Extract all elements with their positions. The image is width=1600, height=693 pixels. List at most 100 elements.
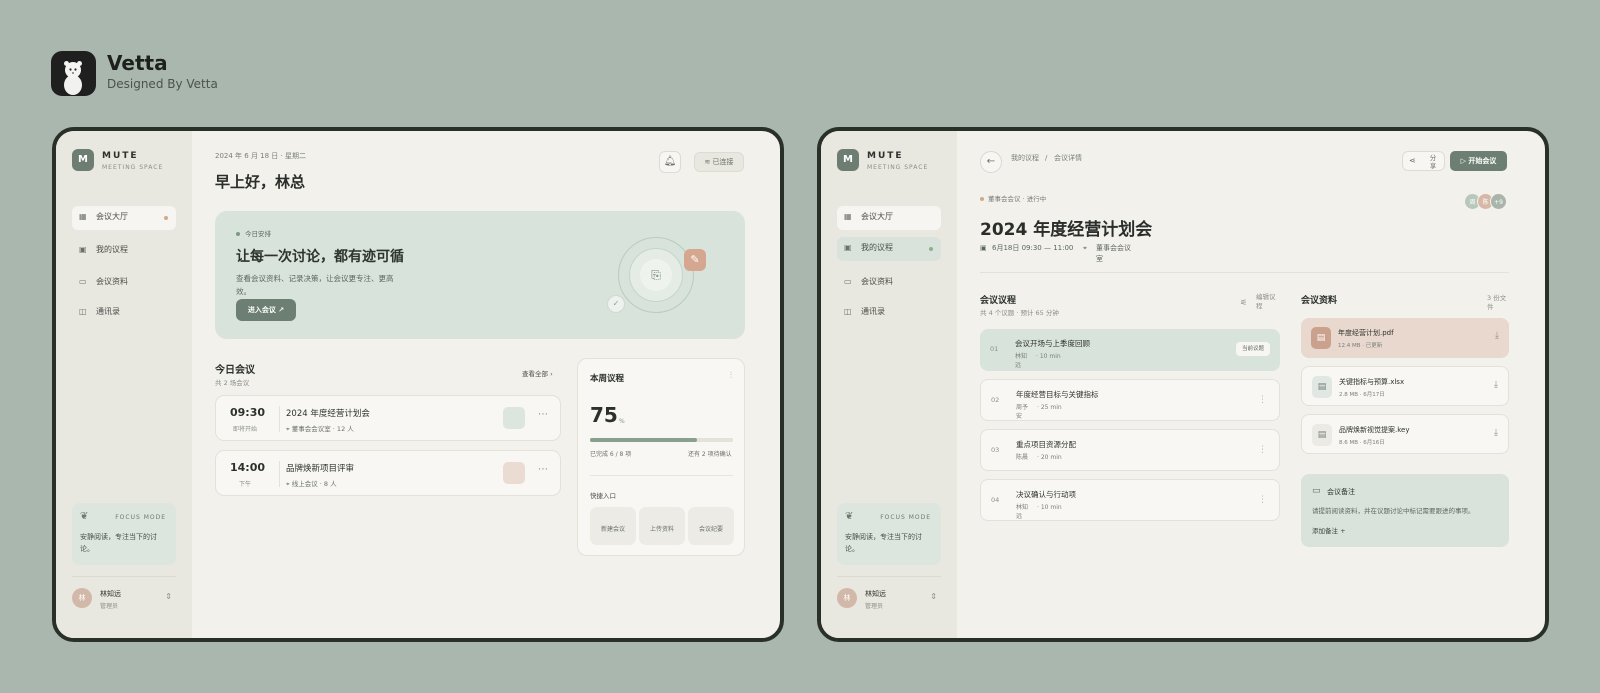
meeting-card[interactable]: 14:00 下午 品牌焕新项目评审 ⌖ 线上会议 · 8 人 ⋯ — [215, 450, 561, 496]
agenda-duration-text: 10 min — [1039, 353, 1061, 360]
app-subtitle: MEETING SPACE — [102, 164, 164, 171]
divider — [72, 576, 176, 577]
weekly-done: 已完成 6 / 8 项 — [590, 451, 632, 458]
bell-icon[interactable]: 🔔︎ — [659, 151, 681, 173]
app-subtitle: MEETING SPACE — [867, 164, 929, 171]
wifi-icon: ≋ — [704, 158, 711, 166]
download-icon[interactable]: ⤓ — [1494, 428, 1498, 438]
share-button[interactable]: ⋖ 分享 — [1402, 151, 1445, 171]
sidebar: M MUTE MEETING SPACE ▦ 会议大厅 ▣ 我的议程 ▭ 会议资… — [821, 131, 957, 638]
meeting-status: 即将开始 — [233, 426, 258, 433]
focus-mode-desc: 安静阅读，专注当下的讨论。 — [845, 533, 922, 553]
start-meeting-button[interactable]: ▷ 开始会议 — [1450, 151, 1507, 171]
avatar: 林 — [837, 588, 857, 608]
edit-agenda-link[interactable]: 编辑议程 — [1256, 293, 1280, 311]
agenda-duration: · 10 min — [1037, 504, 1062, 511]
agenda-duration: · 10 min — [1036, 353, 1061, 360]
user-profile[interactable]: 林 林知远 管理员 ⇕ — [72, 583, 176, 613]
avatar-more[interactable]: +9 — [1490, 193, 1507, 210]
divider — [279, 406, 280, 432]
breadcrumb-agenda[interactable]: 我的议程 — [1011, 153, 1045, 163]
download-icon[interactable]: ⤓ — [1494, 380, 1498, 390]
file-item[interactable]: ▤ 品牌焕新视觉提案.key 8.6 MB · 6月16日 ⤓ — [1301, 414, 1509, 454]
divider — [837, 576, 941, 577]
quick-minutes[interactable]: 会议纪要 — [688, 507, 734, 545]
user-role: 管理员 — [865, 603, 884, 610]
sidebar-item-files[interactable]: ▭ 会议资料 — [837, 271, 941, 295]
file-item[interactable]: ▤ 年度经营计划.pdf 12.4 MB · 已更新 ⤓ — [1301, 318, 1509, 358]
meeting-time: 14:00 — [230, 461, 266, 474]
drag-handle-icon[interactable]: ⋮ — [1258, 445, 1267, 455]
drag-handle-icon[interactable]: ⋮ — [1258, 395, 1267, 405]
breadcrumb-separator: / — [1045, 154, 1048, 162]
quick-new-meeting[interactable]: 新建会议 — [590, 507, 636, 545]
chevron-updown-icon: ⇕ — [165, 592, 172, 601]
add-note-link[interactable]: 添加备注 + — [1312, 525, 1346, 535]
sidebar-item-contacts[interactable]: ◫ 通讯录 — [72, 301, 176, 325]
agenda-item[interactable]: 03 重点项目资源分配 陈晨 · 20 min ⋮ — [980, 429, 1280, 471]
file-name: 年度经营计划.pdf — [1338, 329, 1394, 337]
document-icon: ⎘ — [640, 259, 672, 291]
agenda-item[interactable]: 04 决议确认与行动项 林知远 · 10 min ⋮ — [980, 479, 1280, 521]
sidebar-item-hall[interactable]: ▦ 会议大厅 — [837, 206, 941, 230]
agenda-subtitle: 共 4 个议题 · 预计 65 分钟 — [980, 309, 1059, 317]
meeting-card[interactable]: 09:30 即将开始 2024 年度经营计划会 ⌖ 董事会会议室 · 12 人 … — [215, 395, 561, 441]
grid-icon: ▦ — [79, 212, 87, 221]
view-all-link[interactable]: 查看全部 › — [522, 368, 553, 378]
focus-mode-card[interactable]: ❦ FOCUS MODE 安静阅读，专注当下的讨论。 — [837, 503, 941, 565]
meeting-detail-device: M MUTE MEETING SPACE ▦ 会议大厅 ▣ 我的议程 ▭ 会议资… — [817, 127, 1549, 642]
pdf-file-icon: ▤ — [1311, 327, 1331, 349]
files-count: 3 份文件 — [1487, 294, 1507, 311]
sidebar-item-agenda[interactable]: ▣ 我的议程 — [72, 239, 176, 263]
sidebar-item-hall[interactable]: ▦ 会议大厅 — [72, 206, 176, 230]
agenda-presenter: 林知远 — [1015, 353, 1028, 369]
hero-desc: 查看会议资料、记录决策，让会议更专注、更高效。 — [236, 274, 394, 296]
agenda-topic: 决议确认与行动项 — [1016, 490, 1076, 499]
more-icon[interactable]: ⋯ — [538, 464, 548, 475]
download-icon[interactable]: ⤓ — [1495, 331, 1499, 341]
sidebar-item-contacts[interactable]: ◫ 通讯录 — [837, 301, 941, 325]
meeting-title: 2024 年度经营计划会 — [980, 220, 1153, 240]
quick-entry-title: 快捷入口 — [590, 492, 616, 500]
sidebar-item-files[interactable]: ▭ 会议资料 — [72, 271, 176, 295]
sidebar-item-label: 通讯录 — [861, 307, 885, 316]
breadcrumb-current: 会议详情 — [1054, 154, 1082, 162]
leaf-icon: ❦ — [80, 511, 89, 522]
sidebar-item-label: 会议资料 — [861, 277, 893, 286]
file-meta: 12.4 MB · 已更新 — [1338, 343, 1383, 349]
brand-logo — [51, 51, 96, 96]
weekly-agenda-card: 本周议程 ⫶ 75 % 已完成 6 / 8 项 还有 2 项待确认 快捷入口 新… — [577, 358, 745, 556]
agenda-item[interactable]: 02 年度经营目标与关键指标 周予安 · 25 min ⋮ — [980, 379, 1280, 421]
dashboard-device: M MUTE MEETING SPACE ▦ 会议大厅 ▣ 我的议程 ▭ 会议资… — [52, 127, 784, 642]
sidebar-item-agenda[interactable]: ▣ 我的议程 — [837, 237, 941, 261]
chart-icon[interactable]: ⫶ — [730, 371, 732, 381]
chevron-updown-icon: ⇕ — [930, 592, 937, 601]
file-meta: 8.6 MB · 6月16日 — [1339, 440, 1385, 446]
meeting-title: 2024 年度经营计划会 — [286, 409, 370, 419]
greeting: 早上好，林总 — [215, 173, 306, 191]
contacts-icon: ◫ — [844, 307, 852, 316]
agenda-number: 02 — [991, 396, 1000, 404]
agenda-presenter: 林知远 — [1016, 504, 1029, 520]
message-icon: ▭ — [1312, 486, 1321, 496]
notes-title: 会议备注 — [1327, 488, 1355, 496]
focus-mode-card[interactable]: ❦ FOCUS MODE 安静阅读，专注当下的讨论。 — [72, 503, 176, 565]
more-icon[interactable]: ⋯ — [538, 409, 548, 420]
connection-status[interactable]: ≋ 已连接 — [694, 152, 744, 172]
divider — [279, 461, 280, 487]
meeting-location: ⌖ 线上会议 · 8 人 — [286, 480, 337, 488]
back-button[interactable]: ← — [980, 151, 1002, 173]
meeting-time: 6月18日 09:30 — 11:00 — [992, 244, 1074, 252]
date-label: 2024 年 6 月 18 日 · 星期二 — [215, 152, 306, 160]
quick-upload[interactable]: 上传资料 — [639, 507, 685, 545]
status-dot — [980, 197, 984, 201]
drag-handle-icon[interactable]: ⋮ — [1258, 495, 1267, 505]
user-profile[interactable]: 林 林知远 管理员 ⇕ — [837, 583, 941, 613]
sliders-icon[interactable]: ⚟ — [1240, 298, 1247, 307]
enter-meeting-button[interactable]: 进入会议 ↗ — [236, 299, 296, 321]
pin-icon: ⌖ — [1083, 244, 1087, 252]
agenda-item[interactable]: 01 会议开场与上季度回顾 林知远 · 10 min 当前议题 — [980, 329, 1280, 371]
meeting-title: 品牌焕新项目评审 — [286, 464, 355, 474]
sidebar-item-label: 通讯录 — [96, 307, 120, 316]
file-item[interactable]: ▤ 关键指标与预算.xlsx 2.8 MB · 6月17日 ⤓ — [1301, 366, 1509, 406]
